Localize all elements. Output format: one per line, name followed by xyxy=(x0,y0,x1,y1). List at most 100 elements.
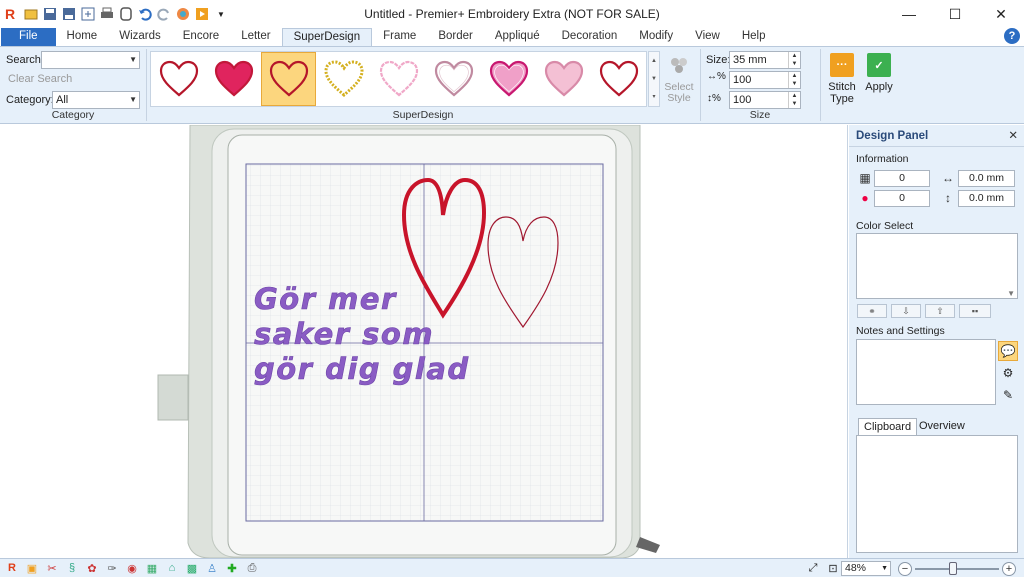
open-icon[interactable] xyxy=(23,6,39,22)
tab-help[interactable]: Help xyxy=(731,28,777,46)
hoop-workspace[interactable]: Gör mer saker som gör dig glad xyxy=(0,125,848,558)
gallery-heart-pink-scalloped[interactable] xyxy=(371,52,426,106)
separator xyxy=(820,49,821,121)
svg-text:R: R xyxy=(5,6,15,22)
color-group-icon: ⚭ xyxy=(868,306,876,316)
search-input[interactable]: ▼ xyxy=(41,51,140,69)
color-group-button[interactable]: ⚭ xyxy=(857,304,887,318)
tab-encore[interactable]: Encore xyxy=(172,28,230,46)
size-field[interactable]: 35 mm ▲ ▼ xyxy=(729,51,801,69)
width-percent-field[interactable]: 100 ▲ ▼ xyxy=(729,71,801,89)
zoom-slider[interactable] xyxy=(915,561,999,575)
color-options-button[interactable]: ▪▪ xyxy=(959,304,991,318)
flower-icon[interactable]: ✿ xyxy=(84,560,100,576)
clear-search-link[interactable]: Clear Search xyxy=(8,73,72,85)
height-percent-field[interactable]: 100 ▲ ▼ xyxy=(729,91,801,109)
zoom-select[interactable]: 48% ▼ xyxy=(841,561,891,576)
needle-icon[interactable]: ✑ xyxy=(104,560,120,576)
mushroom-icon[interactable]: ⌂ xyxy=(164,560,180,576)
tab-file[interactable]: File xyxy=(1,28,56,46)
tab-view[interactable]: View xyxy=(684,28,731,46)
zoom-slider-thumb[interactable] xyxy=(949,561,957,575)
settings-gear-icon[interactable]: ⚙ xyxy=(998,363,1018,383)
gallery-heart-mauve-double[interactable] xyxy=(426,52,481,106)
design-canvas[interactable]: Gör mer saker som gör dig glad xyxy=(0,125,848,558)
tab-border[interactable]: Border xyxy=(427,28,484,46)
zoom-box-icon[interactable]: ⊡ xyxy=(825,561,841,577)
export-image-icon[interactable]: ⎙ xyxy=(244,560,260,576)
text-line-3[interactable]: gör dig glad xyxy=(254,352,470,387)
close-icon[interactable]: ✕ xyxy=(1008,125,1018,147)
app-logo-icon[interactable]: R xyxy=(4,560,20,576)
stitch-type-button[interactable]: ··· Stitch Type xyxy=(822,53,862,105)
category-select[interactable]: All ▼ xyxy=(52,91,140,109)
color-wheel-icon[interactable] xyxy=(175,6,191,22)
tab-wizards[interactable]: Wizards xyxy=(108,28,172,46)
maximize-button[interactable]: ☐ xyxy=(932,0,978,28)
tab-decoration[interactable]: Decoration xyxy=(551,28,629,46)
tab-modify[interactable]: Modify xyxy=(628,28,684,46)
add-icon[interactable]: ✚ xyxy=(224,560,240,576)
tab-clipboard[interactable]: Clipboard xyxy=(858,418,918,435)
gallery-scroll[interactable]: ▲ ▼ ▾ xyxy=(648,51,660,107)
gallery-heart-outline-red[interactable] xyxy=(151,52,206,106)
people-icon[interactable]: ♙ xyxy=(204,560,220,576)
gallery-up-icon[interactable]: ▲ xyxy=(649,52,659,70)
zoom-out-button[interactable]: − xyxy=(898,561,912,576)
tab-home[interactable]: Home xyxy=(56,28,109,46)
spinner-icon[interactable]: ▲ ▼ xyxy=(788,52,800,68)
tab-frame[interactable]: Frame xyxy=(372,28,427,46)
tab-letter[interactable]: Letter xyxy=(230,28,281,46)
new-icon[interactable]: ▣ xyxy=(24,560,40,576)
export-icon[interactable] xyxy=(80,6,96,22)
gallery-down-icon[interactable]: ▼ xyxy=(649,70,659,88)
apply-button[interactable]: ✓ Apply xyxy=(859,53,899,93)
gallery-heart-outline-red-on-orange[interactable] xyxy=(261,52,316,106)
play-icon[interactable] xyxy=(194,6,210,22)
superdesign-gallery[interactable] xyxy=(150,51,647,107)
spinner-icon[interactable]: ▲ ▼ xyxy=(788,92,800,108)
chevron-down-icon: ▼ xyxy=(129,95,137,104)
gallery-more-icon[interactable]: ▾ xyxy=(649,88,659,106)
frame-icon[interactable]: ▩ xyxy=(184,560,200,576)
help-icon[interactable]: ? xyxy=(1004,28,1020,44)
color-select-list[interactable]: ▼ xyxy=(856,233,1018,299)
size-label: Size: xyxy=(706,54,731,66)
spinner-icon[interactable]: ▲ ▼ xyxy=(788,72,800,88)
close-button[interactable]: ✕ xyxy=(978,0,1024,28)
notes-icon[interactable]: 💬 xyxy=(998,341,1018,361)
gallery-heart-pink-striped[interactable] xyxy=(481,52,536,106)
scroll-down-icon[interactable]: ▼ xyxy=(1007,289,1015,298)
gallery-heart-filled-crosshatch[interactable] xyxy=(206,52,261,106)
notes-area[interactable] xyxy=(856,339,996,405)
scissors-icon[interactable]: ✂ xyxy=(44,560,60,576)
pencil-icon[interactable]: ✎ xyxy=(998,385,1018,405)
heart-icon xyxy=(544,60,583,97)
tab-superdesign[interactable]: SuperDesign xyxy=(281,28,373,46)
tab-overview[interactable]: Overview xyxy=(914,418,970,435)
save-as-icon[interactable] xyxy=(61,6,77,22)
tab-applique[interactable]: Appliqué xyxy=(484,28,551,46)
undo-icon[interactable] xyxy=(137,6,153,22)
gallery-heart-pink-lattice[interactable] xyxy=(536,52,591,106)
dropdown-icon[interactable]: ▼ xyxy=(213,6,229,22)
save-icon[interactable] xyxy=(42,6,58,22)
stamp-icon[interactable]: ◉ xyxy=(124,560,140,576)
gallery-heart-outline-red-2[interactable] xyxy=(591,52,646,106)
zoom-fit-icon[interactable]: ⤢ xyxy=(805,561,821,577)
move-down-button[interactable]: ⇩ xyxy=(891,304,921,318)
app-logo-icon[interactable]: R xyxy=(4,6,20,22)
minimize-button[interactable]: — xyxy=(886,0,932,28)
grid-icon[interactable]: ▦ xyxy=(144,560,160,576)
select-style-button[interactable]: Select Style xyxy=(662,53,696,104)
swirl-icon[interactable]: § xyxy=(64,560,80,576)
redo-icon[interactable] xyxy=(156,6,172,22)
gallery-heart-gold-beads[interactable] xyxy=(316,52,371,106)
zoom-in-button[interactable]: + xyxy=(1002,561,1016,576)
print-icon[interactable] xyxy=(99,6,115,22)
hoop-icon[interactable] xyxy=(118,6,134,22)
move-up-button[interactable]: ⇧ xyxy=(925,304,955,318)
text-line-2[interactable]: saker som xyxy=(254,317,434,352)
text-line-1[interactable]: Gör mer xyxy=(254,282,397,317)
clipboard-area[interactable] xyxy=(856,435,1018,553)
